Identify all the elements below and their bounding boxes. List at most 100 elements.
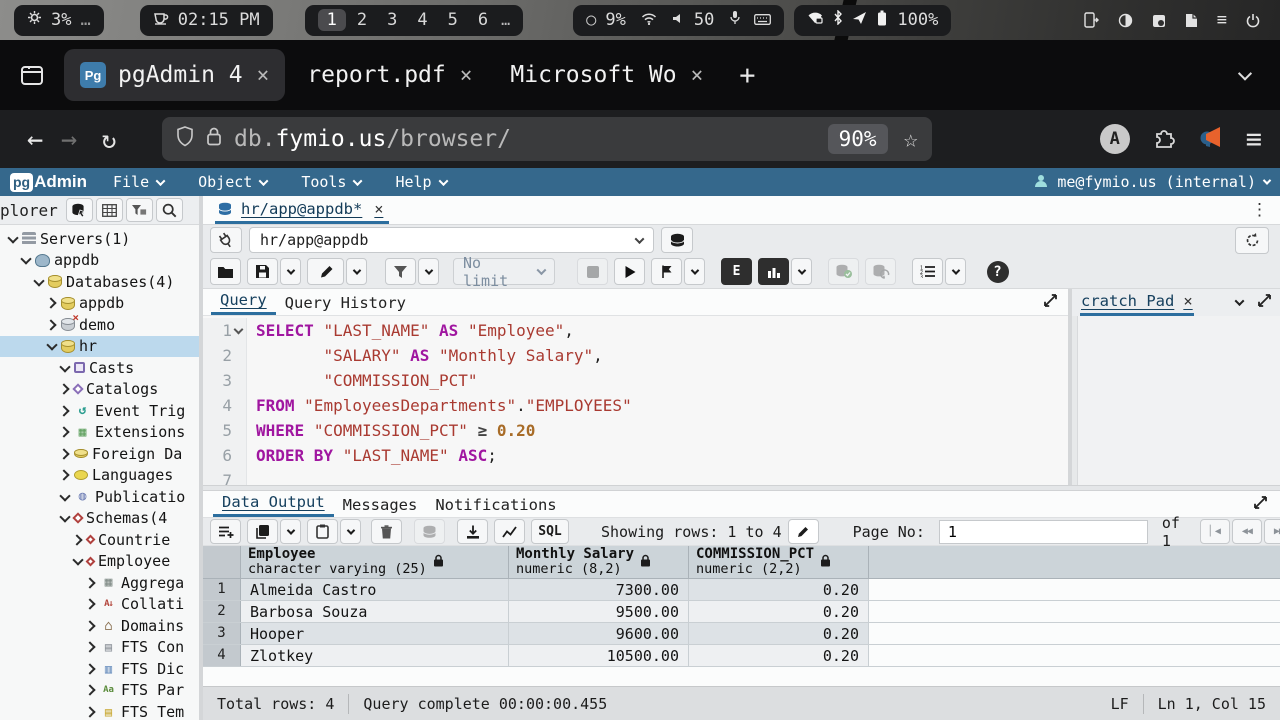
browser-menu-icon[interactable]: ≡ [1246, 124, 1262, 155]
clock-widget[interactable]: 02:15 PM [140, 5, 273, 36]
megaphone-extension-icon[interactable] [1198, 125, 1224, 153]
tree-item-employee[interactable]: Employee [0, 551, 199, 573]
workspace-2[interactable]: 2 [348, 9, 376, 31]
close-tab-icon[interactable]: × [460, 63, 473, 87]
document-tray-icon[interactable] [1185, 13, 1198, 28]
refresh-button[interactable] [1235, 227, 1269, 254]
editor-line-3[interactable]: 3 "COMMISSION_PCT" [203, 368, 1068, 393]
menu-file[interactable]: File [113, 173, 164, 191]
tree-item-hr[interactable]: hr [0, 336, 199, 358]
tree-item-foreign-da[interactable]: Foreign Da [0, 443, 199, 465]
paste-options-chevron-icon[interactable] [340, 519, 361, 544]
tree-item-appdb[interactable]: appdb [0, 250, 199, 272]
data-cell[interactable]: 7300.00 [509, 579, 689, 600]
back-arrow-icon[interactable]: ← [18, 124, 52, 155]
tree-item-fts-dic[interactable]: FTS Dic [0, 658, 199, 680]
macros-chevron-icon[interactable] [945, 258, 966, 285]
data-cell[interactable]: 0.20 [689, 623, 869, 644]
editor-expand-icon[interactable] [1043, 293, 1058, 312]
execute-options-button[interactable] [651, 258, 682, 285]
lock-icon[interactable] [206, 126, 222, 152]
save-options-chevron-icon[interactable] [280, 258, 301, 285]
tree-expander-icon[interactable] [71, 555, 85, 567]
editor-line-5[interactable]: 5WHERE "COMMISSION_PCT" ≥ 0.20 [203, 418, 1068, 443]
result-row-2[interactable]: 2Barbosa Souza9500.000.20 [203, 601, 1280, 623]
scratch-pad-close-icon[interactable]: × [1183, 292, 1192, 310]
workspace-6[interactable]: 6 [469, 9, 497, 31]
clipboard-tray-icon[interactable] [1152, 13, 1166, 28]
menu-help[interactable]: Help [395, 173, 446, 191]
scratch-pad-expand-icon[interactable] [1257, 293, 1272, 312]
editor-line-6[interactable]: 6ORDER BY "LAST_NAME" ASC; [203, 443, 1068, 468]
select-all-cell[interactable] [203, 546, 241, 578]
scratch-pad-textarea[interactable] [1072, 316, 1280, 485]
extensions-puzzle-icon[interactable] [1152, 125, 1176, 153]
tree-item-catalogs[interactable]: Catalogs [0, 379, 199, 401]
filter-options-chevron-icon[interactable] [418, 258, 439, 285]
forward-arrow-icon[interactable]: → [52, 124, 86, 155]
prev-page-icon[interactable]: ◀◀ [1232, 519, 1262, 544]
explain-analyze-button[interactable] [758, 258, 789, 285]
tree-expander-icon[interactable] [84, 598, 98, 610]
user-menu[interactable]: me@fymio.us (internal) [1033, 173, 1270, 192]
tree-item-aggrega[interactable]: Aggrega [0, 572, 199, 594]
close-tab-icon[interactable]: × [691, 63, 704, 87]
data-cell[interactable]: Zlotkey [241, 645, 509, 666]
add-row-button[interactable] [210, 519, 241, 544]
tree-expander-icon[interactable] [45, 319, 59, 331]
power-icon[interactable] [1246, 13, 1260, 28]
explain-button[interactable]: E [721, 258, 752, 285]
column-header-commission-pct[interactable]: COMMISSION_PCTnumeric (2,2) [689, 546, 869, 578]
tree-expander-icon[interactable] [19, 254, 33, 266]
reload-icon[interactable]: ↻ [92, 125, 126, 154]
workspace-5[interactable]: 5 [439, 9, 467, 31]
data-cell[interactable]: Almeida Castro [241, 579, 509, 600]
tree-expander-icon[interactable] [84, 577, 98, 589]
edit-options-chevron-icon[interactable] [346, 258, 367, 285]
url-bar[interactable]: db.fymio.us/browser/ 90% ☆ [162, 117, 932, 161]
open-file-button[interactable] [210, 258, 241, 285]
tree-expander-icon[interactable] [32, 276, 46, 288]
data-cell[interactable]: 9500.00 [509, 601, 689, 622]
commit-button[interactable] [828, 258, 859, 285]
tree-item-fts-par[interactable]: FTS Par [0, 680, 199, 702]
cpu-indicator[interactable]: 3% … [14, 5, 104, 36]
editor-line-7[interactable]: 7 [203, 468, 1068, 485]
tree-item-databases-4-[interactable]: Databases(4) [0, 271, 199, 293]
row-number-cell[interactable]: 4 [203, 645, 241, 666]
rollback-button[interactable] [865, 258, 896, 285]
tree-item-casts[interactable]: Casts [0, 357, 199, 379]
panel-menu-icon[interactable]: ⋮ [1251, 200, 1268, 220]
tab-scratch-pad[interactable]: cratch Pad × [1080, 292, 1194, 316]
page-number-input[interactable] [939, 520, 1148, 544]
tree-expander-icon[interactable] [45, 340, 59, 352]
workspace-3[interactable]: 3 [378, 9, 406, 31]
save-button[interactable] [247, 258, 278, 285]
workspace-1[interactable]: 1 [318, 9, 346, 31]
paste-button[interactable] [307, 519, 338, 544]
tree-expander-icon[interactable] [58, 491, 72, 503]
tree-item-extensions[interactable]: Extensions [0, 422, 199, 444]
tab-messages[interactable]: Messages [334, 496, 427, 517]
tree-expander-icon[interactable] [58, 405, 72, 417]
tree-expander-icon[interactable] [84, 663, 98, 675]
tab-data-output[interactable]: Data Output [213, 493, 334, 517]
tabs-list-chevron-icon[interactable] [1238, 67, 1252, 81]
edit-button[interactable] [307, 258, 344, 285]
tree-item-appdb[interactable]: appdb [0, 293, 199, 315]
tree-expander-icon[interactable] [58, 362, 72, 374]
tree-expander-icon[interactable] [6, 233, 20, 245]
column-header-monthly-salary[interactable]: Monthly Salarynumeric (8,2) [509, 546, 689, 578]
connection-plug-icon[interactable] [210, 227, 242, 253]
data-cell[interactable]: 0.20 [689, 579, 869, 600]
browser-tab-2[interactable]: report.pdf× [291, 49, 488, 101]
save-data-button[interactable] [414, 519, 445, 544]
close-tab-icon[interactable]: × [257, 63, 270, 87]
zoom-level-badge[interactable]: 90% [828, 124, 888, 154]
tab-overview-icon[interactable] [14, 57, 50, 93]
help-button[interactable]: ? [982, 258, 1013, 285]
bookmark-star-icon[interactable]: ☆ [904, 125, 918, 153]
tree-expander-icon[interactable] [58, 383, 72, 395]
execute-button[interactable] [614, 258, 645, 285]
tree-item-schemas-4[interactable]: Schemas(4 [0, 508, 199, 530]
